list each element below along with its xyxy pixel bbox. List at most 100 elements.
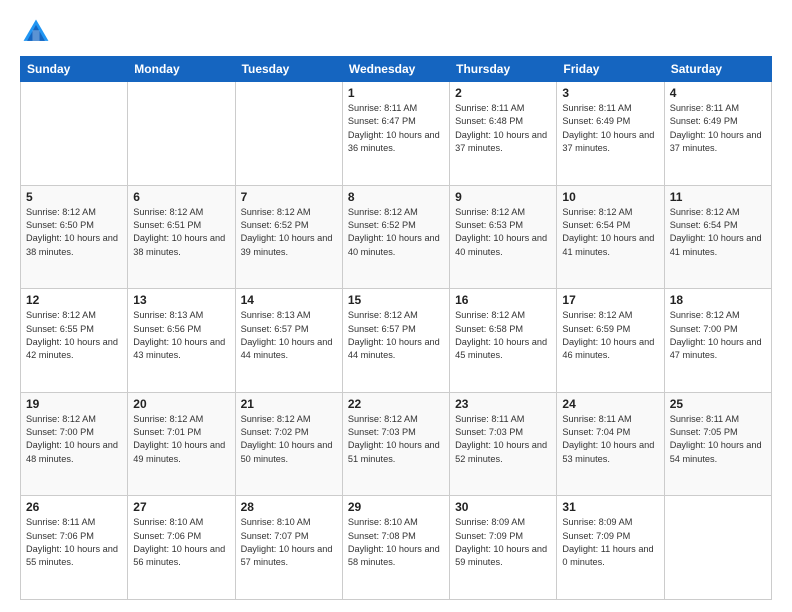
day-info: Sunrise: 8:11 AMSunset: 6:47 PMDaylight:… <box>348 102 444 155</box>
calendar-cell: 28Sunrise: 8:10 AMSunset: 7:07 PMDayligh… <box>235 496 342 600</box>
calendar-cell: 1 Sunrise: 8:11 AMSunset: 6:47 PMDaylight… <box>342 82 449 186</box>
header <box>20 16 772 48</box>
day-info: Sunrise: 8:13 AMSunset: 6:56 PMDaylight:… <box>133 309 229 362</box>
day-number: 23 <box>455 397 551 411</box>
logo-icon <box>20 16 52 48</box>
calendar-week-4: 19 Sunrise: 8:12 AMSunset: 7:00 PMDayligh… <box>21 392 772 496</box>
calendar-table: Sunday Monday Tuesday Wednesday Thursday… <box>20 56 772 600</box>
day-number: 15 <box>348 293 444 307</box>
day-info: Sunrise: 8:12 AMSunset: 6:55 PMDaylight:… <box>26 309 122 362</box>
calendar-cell: 26Sunrise: 8:11 AMSunset: 7:06 PMDayligh… <box>21 496 128 600</box>
calendar-cell: 11 Sunrise: 8:12 AMSunset: 6:54 PMDayligh… <box>664 185 771 289</box>
calendar-cell: 31 Sunrise: 8:09 AMSunset: 7:09 PMDayligh… <box>557 496 664 600</box>
calendar-cell: 29Sunrise: 8:10 AMSunset: 7:08 PMDayligh… <box>342 496 449 600</box>
day-number: 20 <box>133 397 229 411</box>
calendar-cell: 27 Sunrise: 8:10 AMSunset: 7:06 PMDayligh… <box>128 496 235 600</box>
calendar-cell: 15 Sunrise: 8:12 AMSunset: 6:57 PMDayligh… <box>342 289 449 393</box>
page: Sunday Monday Tuesday Wednesday Thursday… <box>0 0 792 612</box>
day-info: Sunrise: 8:11 AMSunset: 6:49 PMDaylight:… <box>562 102 658 155</box>
calendar-cell: 17 Sunrise: 8:12 AMSunset: 6:59 PMDayligh… <box>557 289 664 393</box>
day-number: 14 <box>241 293 337 307</box>
header-wednesday: Wednesday <box>342 57 449 82</box>
day-number: 18 <box>670 293 766 307</box>
calendar-cell: 4 Sunrise: 8:11 AMSunset: 6:49 PMDaylight… <box>664 82 771 186</box>
day-info: Sunrise: 8:12 AMSunset: 7:01 PMDaylight:… <box>133 413 229 466</box>
day-number: 4 <box>670 86 766 100</box>
header-tuesday: Tuesday <box>235 57 342 82</box>
day-info: Sunrise: 8:12 AMSunset: 6:50 PMDaylight:… <box>26 206 122 259</box>
calendar-week-3: 12Sunrise: 8:12 AMSunset: 6:55 PMDayligh… <box>21 289 772 393</box>
day-info: Sunrise: 8:12 AMSunset: 6:57 PMDaylight:… <box>348 309 444 362</box>
header-saturday: Saturday <box>664 57 771 82</box>
calendar-cell: 24 Sunrise: 8:11 AMSunset: 7:04 PMDayligh… <box>557 392 664 496</box>
day-info: Sunrise: 8:10 AMSunset: 7:07 PMDaylight:… <box>241 516 337 569</box>
calendar-cell: 19 Sunrise: 8:12 AMSunset: 7:00 PMDayligh… <box>21 392 128 496</box>
day-info: Sunrise: 8:12 AMSunset: 7:00 PMDaylight:… <box>26 413 122 466</box>
day-info: Sunrise: 8:11 AMSunset: 7:03 PMDaylight:… <box>455 413 551 466</box>
day-number: 11 <box>670 190 766 204</box>
day-info: Sunrise: 8:12 AMSunset: 6:53 PMDaylight:… <box>455 206 551 259</box>
day-info: Sunrise: 8:11 AMSunset: 7:05 PMDaylight:… <box>670 413 766 466</box>
calendar-cell: 18 Sunrise: 8:12 AMSunset: 7:00 PMDayligh… <box>664 289 771 393</box>
day-number: 17 <box>562 293 658 307</box>
calendar-cell <box>664 496 771 600</box>
day-number: 5 <box>26 190 122 204</box>
calendar-cell: 6 Sunrise: 8:12 AMSunset: 6:51 PMDaylight… <box>128 185 235 289</box>
calendar-week-5: 26Sunrise: 8:11 AMSunset: 7:06 PMDayligh… <box>21 496 772 600</box>
calendar-week-1: 1 Sunrise: 8:11 AMSunset: 6:47 PMDaylight… <box>21 82 772 186</box>
day-info: Sunrise: 8:12 AMSunset: 7:03 PMDaylight:… <box>348 413 444 466</box>
day-number: 1 <box>348 86 444 100</box>
day-number: 26 <box>26 500 122 514</box>
day-info: Sunrise: 8:12 AMSunset: 6:51 PMDaylight:… <box>133 206 229 259</box>
calendar-header-row: Sunday Monday Tuesday Wednesday Thursday… <box>21 57 772 82</box>
day-info: Sunrise: 8:12 AMSunset: 7:00 PMDaylight:… <box>670 309 766 362</box>
calendar-cell: 8Sunrise: 8:12 AMSunset: 6:52 PMDaylight… <box>342 185 449 289</box>
calendar-cell: 20 Sunrise: 8:12 AMSunset: 7:01 PMDayligh… <box>128 392 235 496</box>
calendar-cell: 22 Sunrise: 8:12 AMSunset: 7:03 PMDayligh… <box>342 392 449 496</box>
day-number: 27 <box>133 500 229 514</box>
calendar-cell: 14 Sunrise: 8:13 AMSunset: 6:57 PMDayligh… <box>235 289 342 393</box>
calendar-week-2: 5 Sunrise: 8:12 AMSunset: 6:50 PMDaylight… <box>21 185 772 289</box>
day-number: 3 <box>562 86 658 100</box>
calendar-cell: 5 Sunrise: 8:12 AMSunset: 6:50 PMDaylight… <box>21 185 128 289</box>
day-number: 30 <box>455 500 551 514</box>
calendar-cell: 3 Sunrise: 8:11 AMSunset: 6:49 PMDaylight… <box>557 82 664 186</box>
day-number: 10 <box>562 190 658 204</box>
day-info: Sunrise: 8:09 AMSunset: 7:09 PMDaylight:… <box>562 516 658 569</box>
day-info: Sunrise: 8:12 AMSunset: 6:58 PMDaylight:… <box>455 309 551 362</box>
day-number: 22 <box>348 397 444 411</box>
day-number: 8 <box>348 190 444 204</box>
day-number: 6 <box>133 190 229 204</box>
day-number: 16 <box>455 293 551 307</box>
day-info: Sunrise: 8:10 AMSunset: 7:06 PMDaylight:… <box>133 516 229 569</box>
day-number: 24 <box>562 397 658 411</box>
day-info: Sunrise: 8:11 AMSunset: 7:04 PMDaylight:… <box>562 413 658 466</box>
day-info: Sunrise: 8:12 AMSunset: 6:54 PMDaylight:… <box>562 206 658 259</box>
header-sunday: Sunday <box>21 57 128 82</box>
calendar-cell <box>235 82 342 186</box>
calendar-cell: 25Sunrise: 8:11 AMSunset: 7:05 PMDayligh… <box>664 392 771 496</box>
day-number: 21 <box>241 397 337 411</box>
day-info: Sunrise: 8:09 AMSunset: 7:09 PMDaylight:… <box>455 516 551 569</box>
calendar-cell: 2Sunrise: 8:11 AMSunset: 6:48 PMDaylight… <box>450 82 557 186</box>
header-monday: Monday <box>128 57 235 82</box>
header-thursday: Thursday <box>450 57 557 82</box>
calendar-cell: 7 Sunrise: 8:12 AMSunset: 6:52 PMDaylight… <box>235 185 342 289</box>
day-number: 19 <box>26 397 122 411</box>
day-number: 31 <box>562 500 658 514</box>
calendar-cell: 21 Sunrise: 8:12 AMSunset: 7:02 PMDayligh… <box>235 392 342 496</box>
day-info: Sunrise: 8:12 AMSunset: 7:02 PMDaylight:… <box>241 413 337 466</box>
calendar-cell <box>21 82 128 186</box>
header-friday: Friday <box>557 57 664 82</box>
day-info: Sunrise: 8:11 AMSunset: 6:49 PMDaylight:… <box>670 102 766 155</box>
calendar-cell: 12Sunrise: 8:12 AMSunset: 6:55 PMDayligh… <box>21 289 128 393</box>
day-number: 9 <box>455 190 551 204</box>
day-number: 7 <box>241 190 337 204</box>
day-info: Sunrise: 8:12 AMSunset: 6:59 PMDaylight:… <box>562 309 658 362</box>
day-info: Sunrise: 8:13 AMSunset: 6:57 PMDaylight:… <box>241 309 337 362</box>
day-info: Sunrise: 8:12 AMSunset: 6:54 PMDaylight:… <box>670 206 766 259</box>
calendar-cell: 16 Sunrise: 8:12 AMSunset: 6:58 PMDayligh… <box>450 289 557 393</box>
day-info: Sunrise: 8:11 AMSunset: 6:48 PMDaylight:… <box>455 102 551 155</box>
calendar-cell: 10 Sunrise: 8:12 AMSunset: 6:54 PMDayligh… <box>557 185 664 289</box>
day-info: Sunrise: 8:12 AMSunset: 6:52 PMDaylight:… <box>241 206 337 259</box>
